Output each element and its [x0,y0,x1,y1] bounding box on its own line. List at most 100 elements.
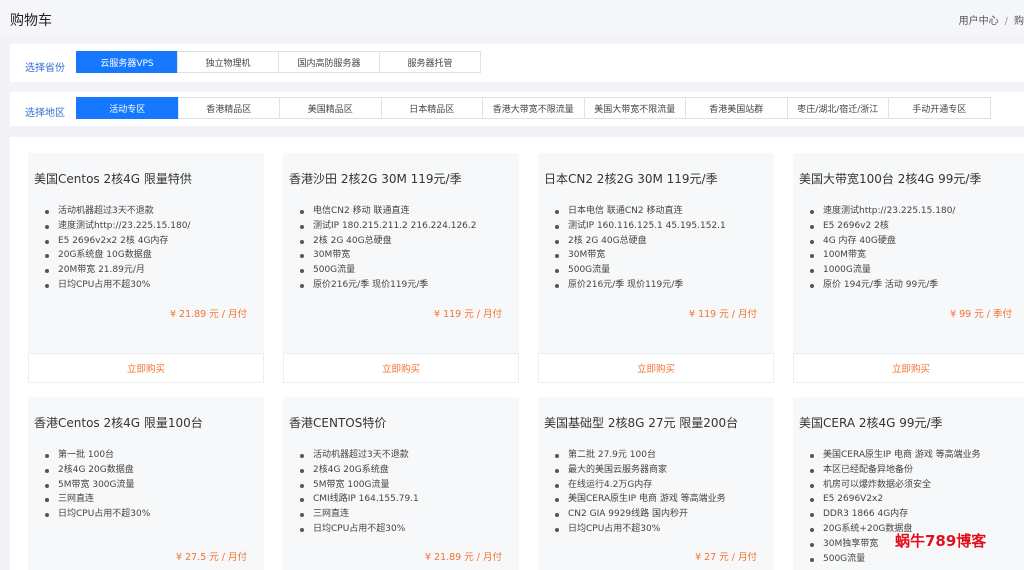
page-title: 购物车 [10,13,52,29]
product-card: 美国大带宽100台 2核4G 99元/季 速度测试http://23.225.1… [793,153,1024,383]
feature-item: 三网直连 [44,492,150,507]
feature-item: 美国CERA原生IP 电商 游戏 等高端业务 [810,448,981,463]
product-title: 美国大带宽100台 2核4G 99元/季 [799,172,982,186]
feature-item: 5M带宽 100G流量 [300,478,419,493]
product-price: ¥ 21.89 元 / 月付 [169,309,247,320]
product-card: 香港Centos 2核4G 限量100台 第一批 100台 2核4G 20G数据… [28,397,264,570]
feature-list: 活动机器超过3天不退款 2核4G 20G系统盘 5M带宽 100G流量 CMI线… [300,448,419,537]
product-price: ¥ 27 元 / 月付 [695,552,757,563]
buy-now-button[interactable]: 立即购买 [538,353,774,383]
feature-item: 100M带宽 [809,248,955,263]
feature-item: 5M带宽 300G流量 [44,478,150,493]
product-type-option-ddos-protected[interactable]: 国内高防服务器 [278,51,380,73]
product-type-option-dedicated[interactable]: 独立物理机 [177,51,279,73]
breadcrumb-home-link[interactable]: 用户中心 [959,16,999,27]
feature-item: 测试IP 160.116.125.1 45.195.152.1 [555,219,726,234]
product-price: ¥ 21.89 元 / 月付 [424,552,502,563]
product-type-options: 云服务器VPS 独立物理机 国内高防服务器 服务器托管 [76,51,481,73]
watermark: 蜗牛789博客 [895,532,987,550]
region-filter: 选择地区 活动专区 香港精品区 美国精品区 日本精品区 香港大带宽不限流量 美国… [10,92,1024,126]
region-option-us-unlimited[interactable]: 美国大带宽不限流量 [583,97,686,119]
feature-list: 第一批 100台 2核4G 20G数据盘 5M带宽 300G流量 三网直连 日均… [44,448,150,522]
feature-item: 原价216元/季 现价119元/季 [555,278,726,293]
feature-item: 第二批 27.9元 100台 [555,448,726,463]
feature-item: 活动机器超过3天不退款 [44,204,190,219]
product-title: 美国CERA 2核4G 99元/季 [799,416,943,430]
feature-item: 电信CN2 移动 联通直连 [300,204,477,219]
feature-item: 第一批 100台 [44,448,150,463]
breadcrumb-current: 购 [1014,16,1024,27]
feature-item: 速度测试http://23.225.15.180/ [809,204,955,219]
product-card: 美国Centos 2核4G 限量特供 活动机器超过3天不退款 速度测试http:… [28,153,264,383]
product-title: 美国基础型 2核8G 27元 限量200台 [544,416,739,430]
region-option-promotion[interactable]: 活动专区 [76,97,179,119]
feature-list: 活动机器超过3天不退款 速度测试http://23.225.15.180/ E5… [44,204,190,293]
product-title: 香港CENTOS特价 [289,416,387,430]
product-title: 美国Centos 2核4G 限量特供 [34,172,192,186]
feature-list: 电信CN2 移动 联通直连 测试IP 180.215.211.2 216.224… [300,204,477,293]
feature-item: 2核4G 20G数据盘 [44,463,150,478]
feature-item: 原价216元/季 现价119元/季 [300,278,477,293]
feature-item: 4G 内存 40G硬盘 [809,234,955,249]
feature-item: 500G流量 [810,552,981,567]
feature-item: 美国CERA原生IP 电商 游戏 等高端业务 [555,492,726,507]
region-option-site-cluster[interactable]: 香港美国站群 [685,97,788,119]
feature-item: E5 2696v2 2核 [809,219,955,234]
feature-list: 日本电信 联通CN2 移动直连 测试IP 160.116.125.1 45.19… [555,204,726,293]
product-title: 香港沙田 2核2G 30M 119元/季 [289,172,462,186]
feature-item: 20M带宽 21.89元/月 [44,263,190,278]
feature-item: 20G系统盘 10G数据盘 [44,248,190,263]
feature-item: E5 2696v2x2 2核 4G内存 [44,234,190,249]
feature-item: 活动机器超过3天不退款 [300,448,419,463]
region-option-manual[interactable]: 手动开通专区 [888,97,991,119]
feature-item: DDR3 1866 4G内存 [810,507,981,522]
product-price: ¥ 27.5 元 / 月付 [176,552,247,563]
region-option-jp-premium[interactable]: 日本精品区 [380,97,483,119]
feature-item: CMI线路IP 164.155.79.1 [300,492,419,507]
feature-item: 30M带宽 [555,248,726,263]
feature-item: 测试IP 180.215.211.2 216.224.126.2 [300,219,477,234]
feature-item: 日均CPU占用不超30% [44,278,190,293]
feature-item: 原价 194元/季 活动 99元/季 [809,278,955,293]
feature-item: 三网直连 [300,507,419,522]
product-card: 日本CN2 2核2G 30M 119元/季 日本电信 联通CN2 移动直连 测试… [538,153,774,383]
feature-item: 速度测试http://23.225.15.180/ [44,219,190,234]
feature-item: 500G流量 [300,263,477,278]
product-card: 美国基础型 2核8G 27元 限量200台 第二批 27.9元 100台 最大的… [538,397,774,570]
buy-now-button[interactable]: 立即购买 [28,353,264,383]
top-bar: 购物车 用户中心 / 购 [0,0,1024,36]
feature-item: 在线运行4.2万G内存 [555,478,726,493]
region-options: 活动专区 香港精品区 美国精品区 日本精品区 香港大带宽不限流量 美国大带宽不限… [76,97,991,119]
product-type-label: 选择省份 [25,63,65,74]
product-grid: 美国Centos 2核4G 限量特供 活动机器超过3天不退款 速度测试http:… [10,137,1024,570]
product-title: 日本CN2 2核2G 30M 119元/季 [544,172,718,186]
region-option-domestic[interactable]: 枣庄/湖北/宿迁/浙江 [786,97,889,119]
product-price: ¥ 119 元 / 月付 [434,309,502,320]
breadcrumb-separator: / [1004,16,1008,27]
product-title: 香港Centos 2核4G 限量100台 [34,416,203,430]
product-type-filter: 选择省份 云服务器VPS 独立物理机 国内高防服务器 服务器托管 [10,44,1024,82]
product-price: ¥ 119 元 / 月付 [689,309,757,320]
product-card: 香港CENTOS特价 活动机器超过3天不退款 2核4G 20G系统盘 5M带宽 … [283,397,519,570]
product-card: 香港沙田 2核2G 30M 119元/季 电信CN2 移动 联通直连 测试IP … [283,153,519,383]
feature-item: 500G流量 [555,263,726,278]
product-type-option-colocation[interactable]: 服务器托管 [379,51,481,73]
breadcrumb: 用户中心 / 购 [959,12,1024,27]
product-type-option-cloud-vps[interactable]: 云服务器VPS [76,51,178,73]
feature-item: 30M带宽 [300,248,477,263]
feature-list: 速度测试http://23.225.15.180/ E5 2696v2 2核 4… [809,204,955,293]
feature-item: 2核4G 20G系统盘 [300,463,419,478]
buy-now-button[interactable]: 立即购买 [283,353,519,383]
feature-item: 2核 2G 40G总硬盘 [555,234,726,249]
region-option-hk-premium[interactable]: 香港精品区 [177,97,280,119]
feature-item: E5 2696V2x2 [810,492,981,507]
region-option-us-premium[interactable]: 美国精品区 [279,97,382,119]
feature-item: 1000G流量 [809,263,955,278]
feature-item: 本区已经配备异地备份 [810,463,981,478]
buy-now-button[interactable]: 立即购买 [793,353,1024,383]
feature-item: 机房可以爆炸数据必须安全 [810,478,981,493]
region-option-hk-unlimited[interactable]: 香港大带宽不限流量 [482,97,585,119]
feature-item: 日均CPU占用不超30% [44,507,150,522]
product-price: ¥ 99 元 / 季付 [950,309,1012,320]
feature-item: 日均CPU占用不超30% [555,522,726,537]
